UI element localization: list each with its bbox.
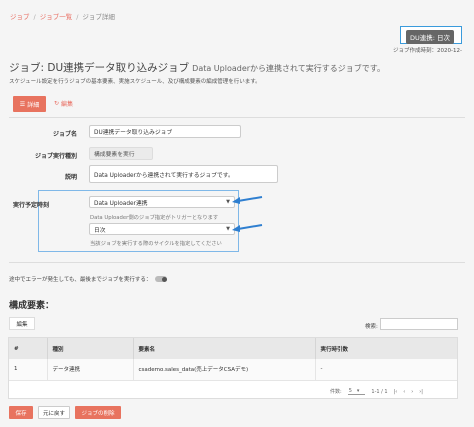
chevron-down-icon: ▾ <box>356 388 360 394</box>
refresh-icon: ↻ <box>54 100 60 107</box>
delete-job-button[interactable]: ジョブの削除 <box>75 406 121 419</box>
job-type-label: ジョブ実行種別 <box>34 153 77 160</box>
detail-button-label: 詳細 <box>27 101 40 109</box>
column-header[interactable]: # <box>9 338 48 359</box>
breadcrumb-home[interactable]: ジョブ <box>10 13 30 21</box>
continue-on-error-row: 途中でエラーが発生しても、最後までジョブを実行する： <box>9 275 168 283</box>
pagination: 件数: 5 ▾ 1-1 / 1 |‹ ‹ › ›| <box>330 388 423 395</box>
page-title: ジョブ: DU連携データ取り込みジョブ Data Uploaderから連携されて実… <box>9 60 385 75</box>
components-title: 構成要素： <box>9 301 55 311</box>
revert-button[interactable]: 元に戻す <box>38 406 70 419</box>
page-title-sub: Data Uploaderから連携されて実行するジョブです。 <box>192 64 386 73</box>
continue-on-error-label: 途中でエラーが発生しても、最後までジョブを実行する： <box>9 277 152 283</box>
schedule-badge: DU連携: 日次 <box>406 29 455 44</box>
detail-button[interactable]: ☰ 詳細 <box>13 96 46 112</box>
column-header[interactable]: 実行時引数 <box>315 338 457 359</box>
job-name-label: ジョブ名 <box>52 131 77 138</box>
table-cell: データ連携 <box>47 359 134 381</box>
divider <box>9 262 465 263</box>
annotation-arrow-icon <box>232 224 263 232</box>
divider <box>9 117 465 118</box>
description-input[interactable]: Data Uploaderから連携されて実行するジョブです。 <box>89 165 278 183</box>
job-name-input[interactable]: DU連携データ取り込みジョブ <box>89 125 241 138</box>
schedule-badge-highlight: DU連携: 日次 <box>400 26 462 44</box>
column-header[interactable]: 種別 <box>47 338 134 359</box>
page-title-main: ジョブ: DU連携データ取り込みジョブ <box>9 62 190 74</box>
prev-page-icon[interactable]: ‹ <box>403 389 405 395</box>
schedule-label: 実行予定時刻 <box>12 202 49 209</box>
schedule-cycle-select[interactable]: 日次 ▼ <box>89 223 235 235</box>
edit-link[interactable]: ↻ 編集 <box>54 99 73 108</box>
schedule-cycle-hint: 当該ジョブを実行する際のサイクルを指定してください <box>90 241 222 247</box>
column-header[interactable]: 要素名 <box>133 338 316 359</box>
job-type-field: 構成要素を実行 <box>89 147 153 160</box>
page-range: 1-1 / 1 <box>371 388 388 395</box>
table-cell: 1 <box>9 359 48 381</box>
breadcrumb-current: ジョブ詳細 <box>82 13 115 21</box>
table-cell: - <box>315 359 457 381</box>
per-page-select[interactable]: 5 ▾ <box>347 388 366 395</box>
schedule-trigger-hint: Data Uploader側のジョブ指定がトリガーとなります <box>90 215 219 221</box>
save-button[interactable]: 保存 <box>9 406 33 419</box>
search-input[interactable] <box>380 318 458 330</box>
last-page-icon[interactable]: ›| <box>419 389 423 395</box>
schedule-cycle-value: 日次 <box>94 227 106 234</box>
annotation-arrow-icon <box>232 196 263 204</box>
created-time: ジョブ作成時刻：2020-12- <box>393 48 462 54</box>
search-label: 検索: <box>365 324 378 330</box>
chevron-down-icon: ▼ <box>226 226 230 232</box>
breadcrumb-job-list[interactable]: ジョブ一覧 <box>40 13 73 21</box>
next-page-icon[interactable]: › <box>411 389 413 395</box>
components-edit-button[interactable]: 編集 <box>9 317 35 330</box>
edit-link-label: 編集 <box>61 101 74 108</box>
list-icon: ☰ <box>19 100 26 108</box>
description-label: 説明 <box>64 174 77 181</box>
schedule-trigger-select[interactable]: Data Uploader連携 ▼ <box>89 196 235 208</box>
continue-on-error-toggle[interactable] <box>155 276 168 282</box>
table-row[interactable]: 1 データ連携 csademo.sales_data(売上データCSAデモ) - <box>9 359 457 381</box>
first-page-icon[interactable]: |‹ <box>394 389 398 395</box>
breadcrumb: ジョブ / ジョブ一覧 / ジョブ詳細 <box>10 13 115 21</box>
schedule-trigger-value: Data Uploader連携 <box>94 200 148 207</box>
table-header-row: # 種別 要素名 実行時引数 <box>9 338 457 359</box>
per-page-label: 件数: <box>330 389 342 395</box>
chevron-down-icon: ▼ <box>226 199 230 205</box>
table-cell: csademo.sales_data(売上データCSAデモ) <box>133 359 316 381</box>
page-description: スケジュール設定を行うジョブの基本要素、実施スケジュール、及び構成要素の編成管理… <box>9 79 261 85</box>
